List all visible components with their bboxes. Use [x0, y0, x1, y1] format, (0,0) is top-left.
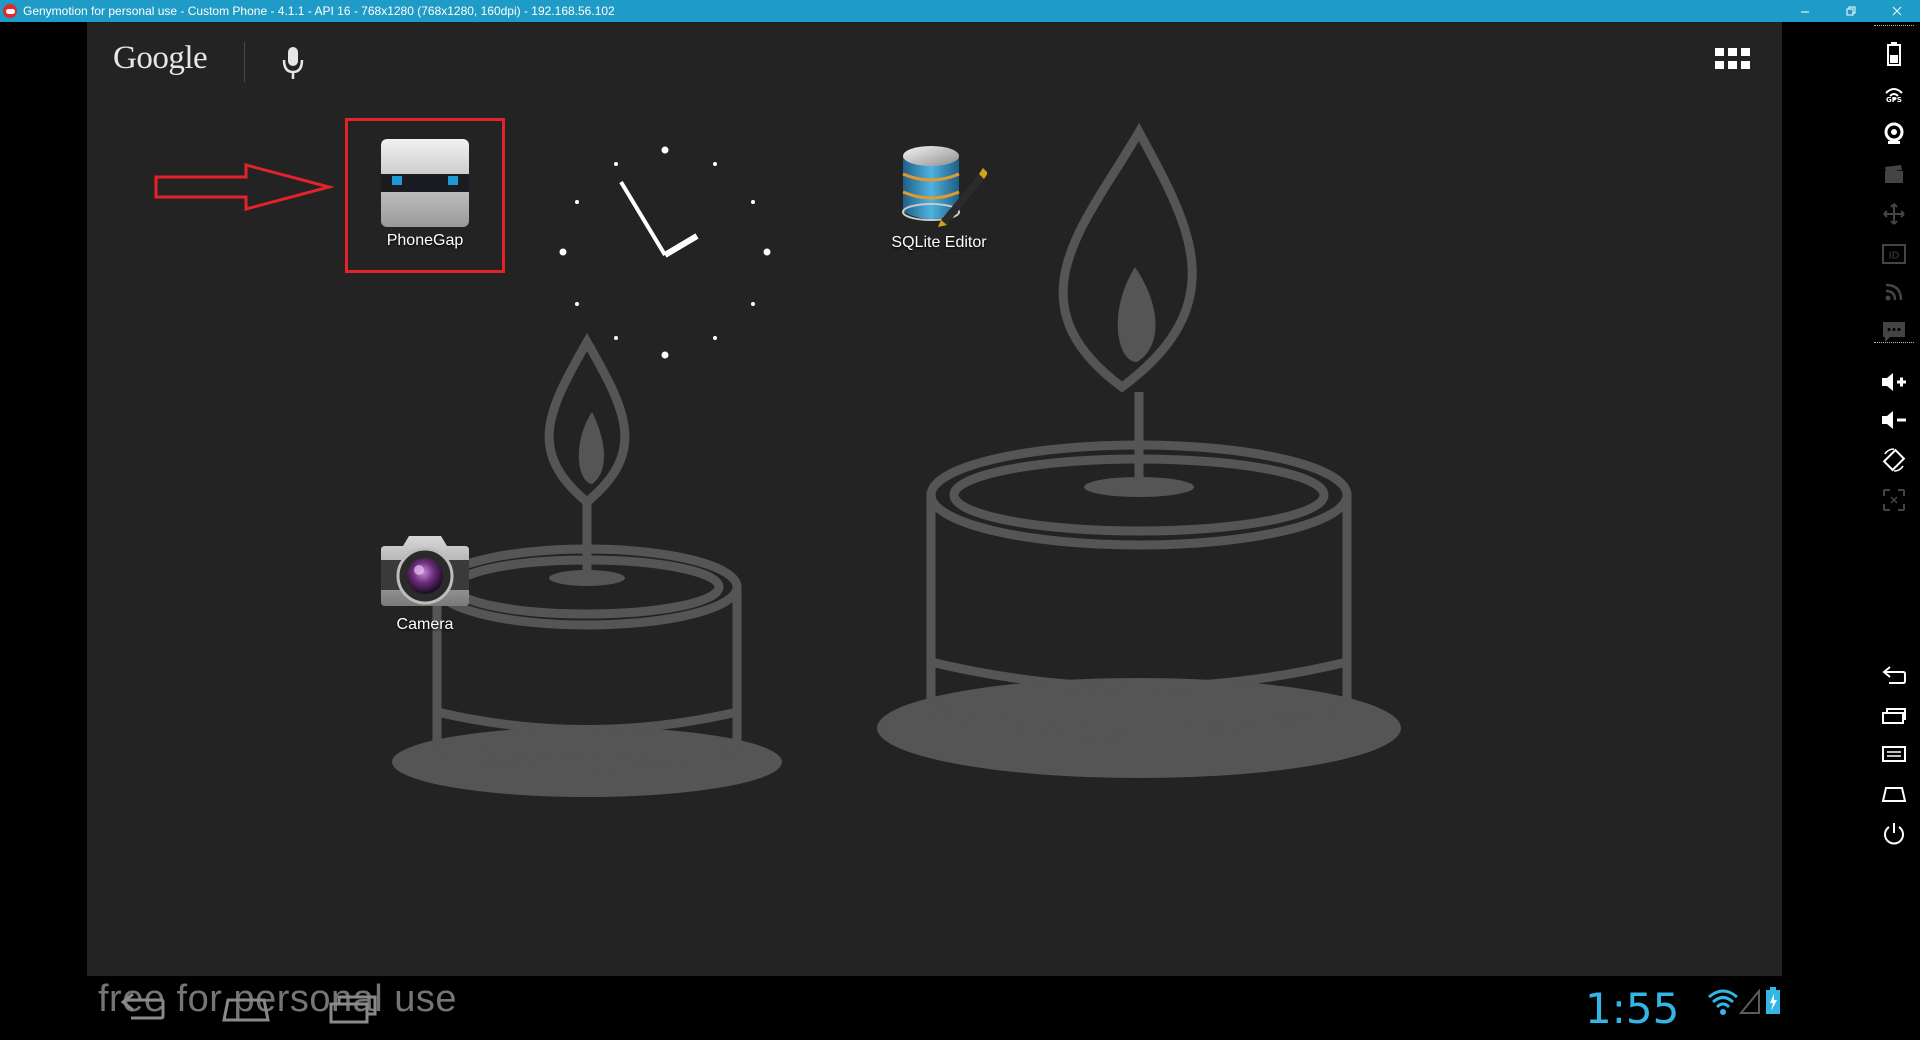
- webcam-icon: [1884, 122, 1904, 144]
- toolbar-recent-button[interactable]: [1880, 702, 1908, 730]
- minimize-icon: [1801, 11, 1809, 13]
- app-sqlite-editor[interactable]: SQLite Editor: [874, 134, 1004, 252]
- battery-charging-icon: [1766, 987, 1780, 1014]
- toolbar-screencast-button[interactable]: [1880, 160, 1908, 188]
- toolbar-scale-button[interactable]: [1880, 486, 1908, 514]
- toolbar-id-button[interactable]: ID: [1880, 240, 1908, 268]
- toolbar-move-button[interactable]: [1880, 200, 1908, 228]
- phonegap-icon: [381, 139, 469, 227]
- app-phonegap[interactable]: PhoneGap: [378, 138, 472, 250]
- sqlite-editor-icon: [902, 146, 987, 227]
- annotation-arrow-icon: [154, 163, 334, 211]
- gps-label: GPS: [1886, 96, 1902, 104]
- toolbar-back-button[interactable]: [1880, 662, 1908, 690]
- android-home-screen[interactable]: Google PhoneGap SQLite Editor Camera: [87, 22, 1782, 976]
- id-label: ID: [1889, 251, 1900, 262]
- toolbar-volume-up-button[interactable]: [1880, 368, 1908, 396]
- recent-apps-icon[interactable]: [327, 992, 379, 1024]
- home-icon[interactable]: [220, 992, 272, 1024]
- wifi-icon: [1708, 989, 1738, 1015]
- power-icon: [1884, 823, 1904, 845]
- genymotion-logo-icon: [3, 4, 17, 18]
- rotate-icon: [1882, 448, 1906, 472]
- battery-icon: [1887, 42, 1901, 66]
- cell-signal-icon: [1739, 989, 1760, 1014]
- clock-hour-hand: [663, 233, 699, 258]
- toolbar-volume-down-button[interactable]: [1880, 406, 1908, 434]
- close-icon: [1892, 6, 1902, 16]
- voice-search-mic-icon[interactable]: [282, 46, 304, 80]
- restore-button[interactable]: [1828, 0, 1874, 22]
- volume-down-icon: [1882, 411, 1906, 429]
- back-icon: [1882, 666, 1906, 684]
- app-label-camera: Camera: [396, 616, 454, 633]
- home-icon: [1881, 787, 1907, 802]
- app-camera[interactable]: Camera: [378, 530, 472, 634]
- toolbar-battery-button[interactable]: [1880, 40, 1908, 68]
- window-title: Genymotion for personal use - Custom Pho…: [23, 4, 615, 18]
- toolbar-rotate-button[interactable]: [1880, 446, 1908, 474]
- camera-icon: [381, 536, 469, 606]
- toolbar-power-button[interactable]: [1880, 820, 1908, 848]
- analog-clock-widget[interactable]: [557, 140, 777, 360]
- app-label-sqlite-editor: SQLite Editor: [891, 234, 987, 251]
- minimize-button[interactable]: [1782, 0, 1828, 22]
- genymotion-toolbar: GPS ID: [1868, 22, 1920, 1040]
- sms-icon: [1883, 322, 1905, 342]
- close-button[interactable]: [1874, 0, 1920, 22]
- toolbar-home-button[interactable]: [1880, 780, 1908, 808]
- rss-icon: [1885, 283, 1903, 301]
- app-label-phonegap: PhoneGap: [386, 232, 464, 249]
- recent-icon: [1882, 708, 1906, 724]
- clock-minute-hand: [619, 180, 667, 257]
- toolbar-menu-button[interactable]: [1880, 740, 1908, 768]
- all-apps-grid-icon[interactable]: [1715, 48, 1751, 72]
- toolbar-separator: [1874, 342, 1914, 343]
- android-system-bar: free for personal use 1:55: [87, 976, 1782, 1040]
- screencast-icon: [1885, 165, 1903, 183]
- scale-icon: [1883, 489, 1905, 511]
- toolbar-webcam-button[interactable]: [1880, 120, 1908, 148]
- window-titlebar: Genymotion for personal use - Custom Pho…: [0, 0, 1920, 22]
- toolbar-gps-button[interactable]: GPS: [1880, 80, 1908, 108]
- volume-up-icon: [1882, 373, 1906, 391]
- toolbar-separator: [1874, 25, 1914, 26]
- google-search-logo[interactable]: Google: [113, 40, 208, 77]
- restore-icon: [1846, 6, 1856, 16]
- move-icon: [1883, 203, 1905, 225]
- id-icon: ID: [1882, 244, 1906, 264]
- status-clock: 1:55: [1585, 984, 1680, 1033]
- toolbar-rss-button[interactable]: [1880, 278, 1908, 306]
- back-icon[interactable]: [117, 992, 165, 1024]
- menu-icon: [1882, 746, 1906, 762]
- search-divider: [244, 42, 245, 82]
